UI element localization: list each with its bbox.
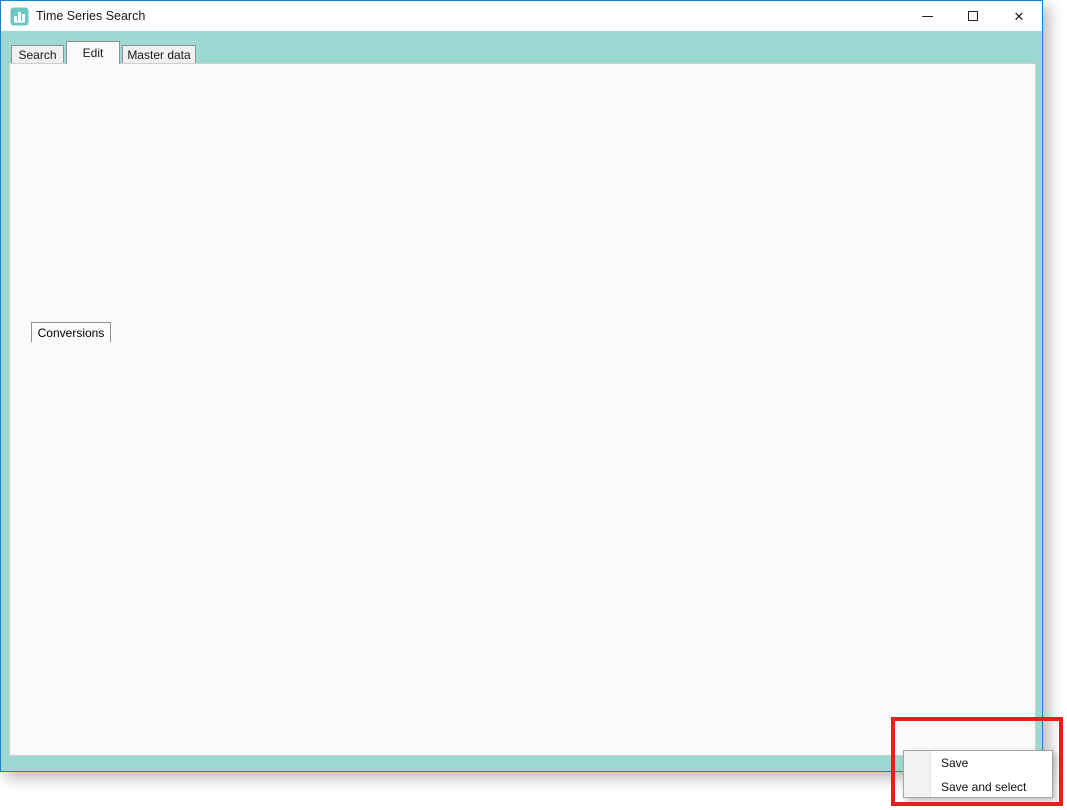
save-dropdown-menu: SaveSave and select (903, 750, 1053, 798)
minimize-icon (922, 16, 933, 17)
menu-item[interactable]: Save and select (904, 775, 1052, 799)
close-icon: ✕ (1014, 10, 1025, 23)
tab-conversions[interactable]: Conversions (31, 322, 111, 342)
tab-edit[interactable]: Edit (66, 41, 120, 64)
maximize-icon (968, 11, 978, 21)
menu-item[interactable]: Save (904, 751, 1052, 775)
tab-master-data[interactable]: Master data (122, 45, 196, 64)
bar-chart-icon (10, 7, 29, 26)
edit-tab-page (9, 63, 1036, 756)
tab-search[interactable]: Search (11, 45, 64, 64)
close-button[interactable]: ✕ (996, 1, 1042, 31)
app-window: Time Series Search ✕ Search Edit Master … (0, 0, 1043, 772)
minimize-button[interactable] (904, 1, 950, 31)
window-title: Time Series Search (36, 9, 145, 23)
title-bar: Time Series Search ✕ (1, 1, 1042, 31)
maximize-button[interactable] (950, 1, 996, 31)
